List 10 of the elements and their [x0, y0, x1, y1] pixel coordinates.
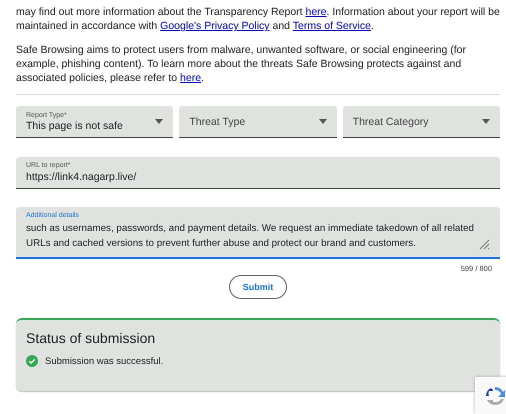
link[interactable]: here: [305, 6, 326, 18]
status-title: Status of submission: [26, 330, 156, 346]
link[interactable]: Terms of Service: [292, 20, 371, 32]
paragraph: may find out more information about the Transparency Report here. Information about your report will be maintained in accordance with Google's Privacy Policy and Terms of Service.: [16, 5, 500, 33]
link[interactable]: Google's Privacy Policy: [160, 20, 270, 32]
status-message: Submission was successful.: [45, 356, 164, 366]
recaptcha-badge[interactable]: [475, 377, 506, 414]
link[interactable]: here: [180, 72, 202, 84]
paragraph: Safe Browsing aims to protect users from malware, unwanted software, or social engineering (for example, phishing content). To learn more about the threats Safe Browsing protects against and associated policies, please refer to here.: [16, 43, 467, 85]
recaptcha-icon: [484, 384, 506, 406]
